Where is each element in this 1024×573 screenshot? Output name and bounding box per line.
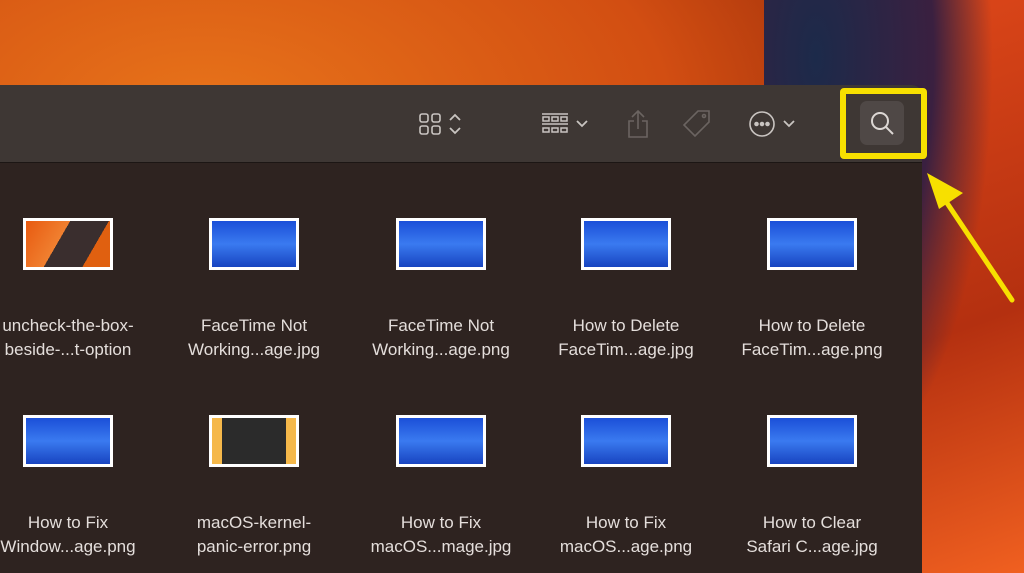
file-item[interactable]: How to Fix Window...age.png xyxy=(0,415,158,559)
file-name: How to Fix macOS...mage.jpg xyxy=(351,511,531,559)
file-thumbnail xyxy=(23,415,113,467)
file-name: FaceTime Not Working...age.jpg xyxy=(164,314,344,362)
more-actions-button[interactable] xyxy=(748,109,796,139)
file-name-line1: How to Fix xyxy=(400,513,482,532)
annotation-arrow-icon xyxy=(927,173,1015,303)
file-item[interactable]: FaceTime Not Working...age.png xyxy=(351,218,531,362)
file-item[interactable]: How to Fix macOS...mage.jpg xyxy=(351,415,531,559)
share-button[interactable] xyxy=(626,109,650,139)
file-name-line2: FaceTim...age.jpg xyxy=(558,340,694,359)
file-item[interactable]: How to Delete FaceTim...age.jpg xyxy=(536,218,716,362)
file-name-line2: Working...age.jpg xyxy=(188,340,320,359)
file-thumbnail xyxy=(581,218,671,270)
file-thumbnail xyxy=(209,415,299,467)
view-switcher-button[interactable] xyxy=(418,109,462,139)
file-thumbnail xyxy=(767,415,857,467)
file-item[interactable]: How to Delete FaceTim...age.png xyxy=(722,218,902,362)
file-thumbnail xyxy=(581,415,671,467)
file-name: macOS-kernel-panic-error.png xyxy=(164,511,344,559)
file-name: How to Delete FaceTim...age.jpg xyxy=(536,314,716,362)
file-thumbnail xyxy=(396,218,486,270)
file-name: uncheck-the-box-beside-...t-option xyxy=(0,314,158,362)
tag-button[interactable] xyxy=(682,109,712,139)
more-actions-icon xyxy=(749,111,775,137)
file-name-line2: Working...age.png xyxy=(372,340,510,359)
file-item[interactable]: uncheck-the-box-beside-...t-option xyxy=(0,218,158,362)
file-name: FaceTime Not Working...age.png xyxy=(351,314,531,362)
file-thumbnail xyxy=(767,218,857,270)
file-name-line2: Safari C...age.jpg xyxy=(746,537,878,556)
file-item[interactable]: How to Fix macOS...age.png xyxy=(536,415,716,559)
file-name: How to Fix Window...age.png xyxy=(0,511,158,559)
file-name-line2: beside-...t-option xyxy=(4,340,132,359)
file-name: How to Fix macOS...age.png xyxy=(536,511,716,559)
file-thumbnail xyxy=(209,218,299,270)
file-name-line2: Window...age.png xyxy=(0,537,136,556)
grid-view-icon xyxy=(419,113,441,135)
group-by-button[interactable] xyxy=(541,109,589,139)
file-name: How to Delete FaceTim...age.png xyxy=(722,314,902,362)
finder-window: uncheck-the-box-beside-...t-option FaceT… xyxy=(0,85,922,573)
file-name-line2: FaceTim...age.png xyxy=(741,340,883,359)
file-thumbnail xyxy=(396,415,486,467)
chevron-up-down-icon xyxy=(449,113,461,135)
file-item[interactable]: How to Clear Safari C...age.jpg xyxy=(722,415,902,559)
file-name-line1: uncheck-the-box- xyxy=(2,316,134,335)
tag-icon xyxy=(682,110,710,138)
file-name-line2: macOS...age.png xyxy=(559,537,693,556)
file-item[interactable]: macOS-kernel-panic-error.png xyxy=(164,415,344,559)
toolbar xyxy=(0,85,922,163)
chevron-down-icon xyxy=(783,120,795,128)
file-name-line1: macOS-kernel- xyxy=(196,513,312,532)
file-name-line1: How to Fix xyxy=(27,513,109,532)
file-name-line1: How to Clear xyxy=(762,513,862,532)
file-name-line2: panic-error.png xyxy=(196,537,312,556)
file-name-line1: FaceTime Not xyxy=(200,316,308,335)
file-name: How to Clear Safari C...age.jpg xyxy=(722,511,902,559)
group-by-icon xyxy=(542,113,568,133)
file-thumbnail xyxy=(23,218,113,270)
file-name-line2: macOS...mage.jpg xyxy=(370,537,512,556)
search-highlight-box xyxy=(840,88,927,159)
file-name-line1: How to Delete xyxy=(758,316,866,335)
file-name-line1: FaceTime Not xyxy=(387,316,495,335)
share-icon xyxy=(628,109,648,138)
file-name-line1: How to Delete xyxy=(572,316,680,335)
file-item[interactable]: FaceTime Not Working...age.jpg xyxy=(164,218,344,362)
file-name-line1: How to Fix xyxy=(585,513,667,532)
chevron-down-icon xyxy=(576,120,588,128)
